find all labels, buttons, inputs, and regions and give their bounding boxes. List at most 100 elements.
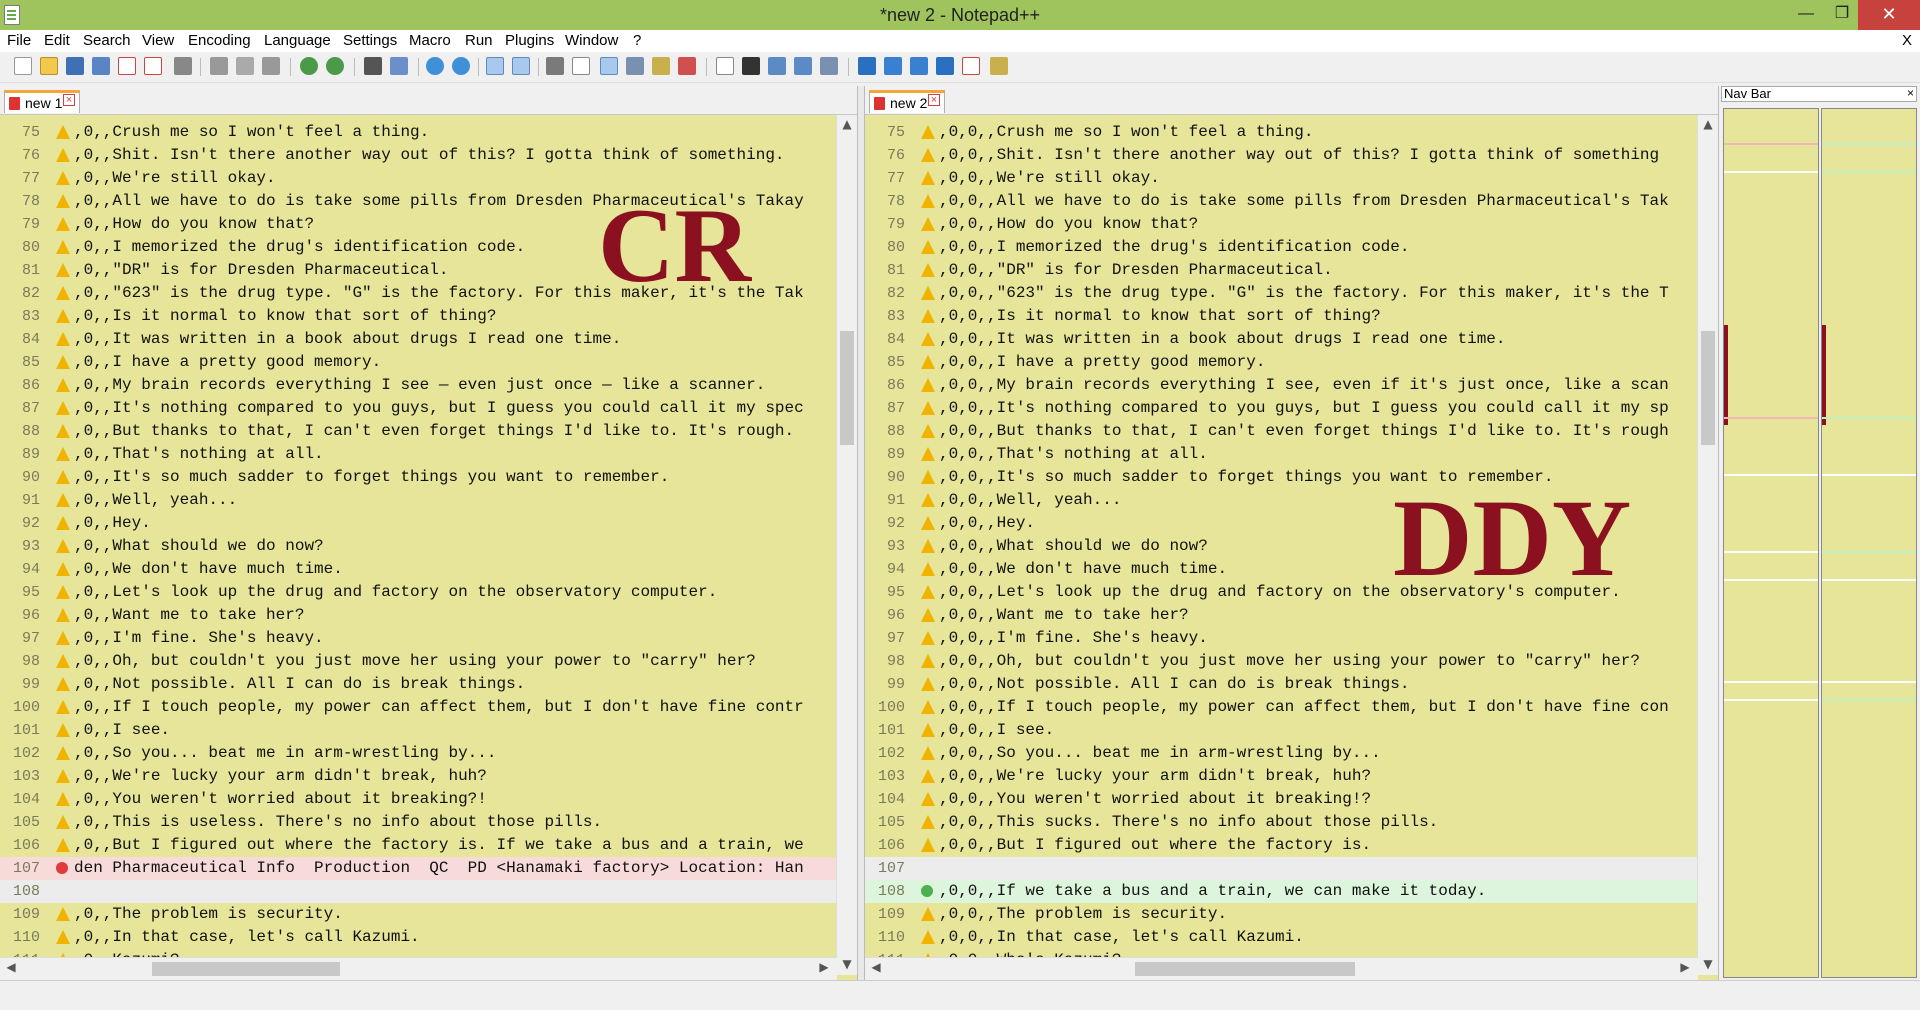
- editor-line[interactable]: 81 ,0,0,,"DR" is for Dresden Pharmaceutic…: [865, 259, 1718, 282]
- editor-line[interactable]: 94 ,0,0,,We don't have much time.: [865, 558, 1718, 581]
- left-editor[interactable]: 75,0,,Crush me so I won't feel a thing. 7…: [0, 115, 857, 980]
- editor-line[interactable]: 99 ,0,0,,Not possible. All I can do is br…: [865, 673, 1718, 696]
- scroll-right-arrow-icon[interactable]: ▶: [1676, 960, 1694, 974]
- split-view-divider[interactable]: [857, 86, 865, 980]
- editor-line[interactable]: 108 ,0,0,,If we take a bus and a train, w…: [865, 880, 1718, 903]
- scroll-right-arrow-icon[interactable]: ▶: [815, 960, 833, 974]
- editor-line[interactable]: 81 ,0,,"DR" is for Dresden Pharmaceutical…: [0, 259, 857, 282]
- editor-line[interactable]: 87 ,0,,It's nothing compared to you guys,…: [0, 397, 857, 420]
- editor-line[interactable]: 103 ,0,,We're lucky your arm didn't break…: [0, 765, 857, 788]
- record-macro-icon[interactable]: [716, 57, 734, 75]
- left-vertical-scrollbar[interactable]: ▲ ▼: [836, 115, 857, 975]
- editor-line[interactable]: 100 ,0,,If I touch people, my power can a…: [0, 696, 857, 719]
- editor-line[interactable]: 86 ,0,,My brain records everything I see …: [0, 374, 857, 397]
- function-list-icon[interactable]: [652, 57, 670, 75]
- cut-icon[interactable]: [210, 57, 228, 75]
- replace-icon[interactable]: [390, 57, 408, 75]
- editor-line[interactable]: 102 ,0,0,,So you... beat me in arm-wrestl…: [865, 742, 1718, 765]
- editor-line[interactable]: 91 ,0,0,,Well, yeah...: [865, 489, 1718, 512]
- editor-line[interactable]: 94 ,0,,We don't have much time.: [0, 558, 857, 581]
- editor-line[interactable]: 101 ,0,0,,I see.: [865, 719, 1718, 742]
- menu-file[interactable]: File: [7, 32, 31, 49]
- editor-line[interactable]: 95 ,0,,Let's look up the drug and factory…: [0, 581, 857, 604]
- menu-help[interactable]: ?: [633, 32, 641, 49]
- menu-macro[interactable]: Macro: [409, 32, 451, 49]
- sync-vertical-icon[interactable]: [486, 57, 504, 75]
- editor-line[interactable]: 104 ,0,,You weren't worried about it brea…: [0, 788, 857, 811]
- editor-line[interactable]: 96 ,0,,Want me to take her?: [0, 604, 857, 627]
- stop-macro-icon[interactable]: [742, 57, 760, 75]
- editor-line[interactable]: 91 ,0,,Well, yeah...: [0, 489, 857, 512]
- editor-line[interactable]: 95 ,0,0,,Let's look up the drug and facto…: [865, 581, 1718, 604]
- redo-icon[interactable]: [326, 57, 344, 75]
- editor-line[interactable]: 106 ,0,,But I figured out where the facto…: [0, 834, 857, 857]
- scroll-up-arrow-icon[interactable]: ▲: [837, 117, 857, 135]
- run-macro-multiple-icon[interactable]: [794, 57, 812, 75]
- menu-search[interactable]: Search: [83, 32, 131, 49]
- save-icon[interactable]: [66, 57, 84, 75]
- close-all-icon[interactable]: [144, 57, 162, 75]
- editor-line[interactable]: 80 ,0,,I memorized the drug's identificat…: [0, 236, 857, 259]
- scroll-left-arrow-icon[interactable]: ◀: [2, 960, 20, 974]
- tab-new-1[interactable]: new 1 ×: [4, 90, 80, 113]
- document-map-icon[interactable]: [626, 57, 644, 75]
- close-tab-icon[interactable]: ×: [928, 94, 940, 106]
- editor-line[interactable]: 99 ,0,,Not possible. All I can do is brea…: [0, 673, 857, 696]
- nav-bar-left-column[interactable]: [1723, 108, 1819, 978]
- show-all-characters-icon[interactable]: [572, 57, 590, 75]
- undo-icon[interactable]: [300, 57, 318, 75]
- editor-line[interactable]: 85 ,0,,I have a pretty good memory.: [0, 351, 857, 374]
- compare-icon[interactable]: [858, 57, 876, 75]
- close-window-button[interactable]: ✕: [1858, 0, 1920, 30]
- editor-line[interactable]: 92 ,0,0,,Hey.: [865, 512, 1718, 535]
- editor-line[interactable]: 93 ,0,,What should we do now?: [0, 535, 857, 558]
- editor-line[interactable]: 79 ,0,,How do you know that?: [0, 213, 857, 236]
- editor-line[interactable]: 109 ,0,,The problem is security.: [0, 903, 857, 926]
- indent-guide-icon[interactable]: [600, 57, 618, 75]
- editor-line[interactable]: 78 ,0,,All we have to do is take some pil…: [0, 190, 857, 213]
- sync-horizontal-icon[interactable]: [512, 57, 530, 75]
- close-tab-icon[interactable]: ×: [63, 94, 75, 106]
- editor-line[interactable]: 97 ,0,0,,I'm fine. She's heavy.: [865, 627, 1718, 650]
- print-icon[interactable]: [174, 57, 192, 75]
- zoom-out-icon[interactable]: [452, 57, 470, 75]
- editor-line[interactable]: 92 ,0,,Hey.: [0, 512, 857, 535]
- menu-edit[interactable]: Edit: [44, 32, 70, 49]
- maximize-button[interactable]: ❐: [1824, 0, 1860, 30]
- play-macro-icon[interactable]: [768, 57, 786, 75]
- editor-line[interactable]: 97 ,0,,I'm fine. She's heavy.: [0, 627, 857, 650]
- next-diff-icon[interactable]: [910, 57, 928, 75]
- zoom-in-icon[interactable]: [426, 57, 444, 75]
- paste-icon[interactable]: [262, 57, 280, 75]
- editor-line[interactable]: 106 ,0,0,,But I figured out where the fac…: [865, 834, 1718, 857]
- editor-line[interactable]: 93 ,0,0,,What should we do now?: [865, 535, 1718, 558]
- last-diff-icon[interactable]: [936, 57, 954, 75]
- editor-line[interactable]: 108: [0, 880, 857, 903]
- nav-bar-right-column[interactable]: [1821, 108, 1917, 978]
- editor-line[interactable]: 102 ,0,,So you... beat me in arm-wrestlin…: [0, 742, 857, 765]
- editor-line[interactable]: 82 ,0,0,,"623" is the drug type. "G" is t…: [865, 282, 1718, 305]
- navigation-bar-icon[interactable]: [990, 57, 1008, 75]
- scroll-thumb[interactable]: [152, 962, 340, 976]
- scroll-down-arrow-icon[interactable]: ▼: [1698, 957, 1718, 975]
- scroll-thumb[interactable]: [1701, 331, 1715, 445]
- menu-plugins[interactable]: Plugins: [505, 32, 554, 49]
- editor-line[interactable]: 88 ,0,0,,But thanks to that, I can't even…: [865, 420, 1718, 443]
- editor-line[interactable]: 98 ,0,,Oh, but couldn't you just move her…: [0, 650, 857, 673]
- editor-line[interactable]: 77 ,0,0,,We're still okay.: [865, 167, 1718, 190]
- editor-line[interactable]: 75 ,0,0,,Crush me so I won't feel a thing…: [865, 121, 1718, 144]
- folder-workspace-icon[interactable]: [678, 57, 696, 75]
- editor-line[interactable]: 107 den Pharmaceutical Info Production QC…: [0, 857, 857, 880]
- editor-line[interactable]: 105 ,0,,This is useless. There's no info …: [0, 811, 857, 834]
- find-icon[interactable]: [364, 57, 382, 75]
- scroll-thumb[interactable]: [1135, 962, 1355, 976]
- editor-line[interactable]: 109 ,0,0,,The problem is security.: [865, 903, 1718, 926]
- menu-window[interactable]: Window: [565, 32, 618, 49]
- save-macro-icon[interactable]: [820, 57, 838, 75]
- right-vertical-scrollbar[interactable]: ▲ ▼: [1697, 115, 1718, 975]
- spell-check-icon[interactable]: [962, 57, 980, 75]
- editor-line[interactable]: 89 ,0,0,,That's nothing at all.: [865, 443, 1718, 466]
- editor-line[interactable]: 90 ,0,0,,It's so much sadder to forget th…: [865, 466, 1718, 489]
- open-file-icon[interactable]: [40, 57, 58, 75]
- menu-encoding[interactable]: Encoding: [188, 32, 251, 49]
